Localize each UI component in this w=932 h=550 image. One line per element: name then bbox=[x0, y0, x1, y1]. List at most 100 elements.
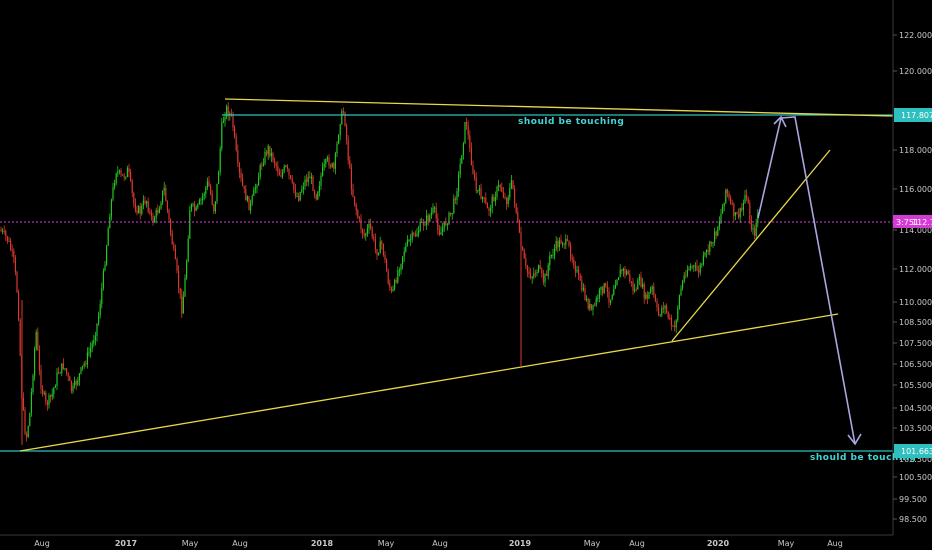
candle-body bbox=[280, 175, 282, 177]
candle-body bbox=[718, 221, 720, 227]
price-chart[interactable]: 122.000120.000118.000116.000114.000112.0… bbox=[0, 0, 932, 550]
candle-body bbox=[485, 197, 487, 204]
y-tick-label: 99.500 bbox=[899, 495, 927, 504]
candle-body bbox=[51, 393, 53, 397]
candle-body bbox=[581, 280, 583, 290]
candle-body bbox=[10, 241, 12, 251]
candle-body bbox=[678, 295, 680, 309]
x-tick-label: Aug bbox=[827, 539, 843, 548]
candle-body bbox=[125, 176, 127, 178]
candle-body bbox=[389, 283, 391, 288]
candle-body bbox=[618, 277, 620, 280]
candle-body bbox=[507, 197, 509, 205]
candle-body bbox=[538, 265, 540, 272]
candle-body bbox=[736, 212, 738, 215]
candle-body bbox=[611, 295, 613, 300]
candle-body bbox=[350, 167, 352, 190]
candle-body bbox=[115, 173, 117, 184]
candle-body bbox=[152, 215, 154, 223]
candle-body bbox=[290, 175, 292, 179]
candle-body bbox=[739, 207, 741, 218]
y-tick-label: 118.000 bbox=[899, 146, 932, 155]
annotation-upper: should be touching bbox=[518, 117, 624, 127]
candle-body bbox=[701, 264, 703, 266]
candle-body bbox=[147, 201, 149, 212]
candle-body bbox=[357, 210, 359, 218]
candle-body bbox=[347, 140, 349, 161]
candle-body bbox=[18, 292, 20, 320]
candle-body bbox=[549, 255, 551, 265]
candle-body bbox=[397, 270, 399, 283]
candle-body bbox=[130, 172, 132, 181]
x-tick-label: May bbox=[584, 539, 601, 548]
candle-body bbox=[282, 171, 284, 177]
x-tick-label: 2020 bbox=[707, 539, 730, 548]
candle-body bbox=[563, 243, 565, 245]
candle-body bbox=[16, 272, 18, 293]
y-tick-label: 106.500 bbox=[899, 360, 932, 369]
candle-body bbox=[200, 199, 202, 201]
candle-body bbox=[430, 212, 432, 216]
candle-body bbox=[418, 231, 420, 234]
candle-body bbox=[674, 325, 676, 328]
candle-body bbox=[64, 368, 66, 370]
candle-body bbox=[669, 317, 671, 319]
candle-body bbox=[219, 148, 221, 173]
candle-body bbox=[384, 255, 386, 260]
candle-body bbox=[562, 243, 564, 245]
candle-body bbox=[78, 373, 80, 381]
candle-body bbox=[547, 265, 549, 276]
candle-body bbox=[42, 388, 44, 394]
candle-body bbox=[77, 380, 79, 385]
candle-body bbox=[478, 188, 480, 191]
candle-body bbox=[208, 181, 210, 187]
x-tick-label: May bbox=[182, 539, 199, 548]
candle-body bbox=[19, 319, 21, 356]
candle-body bbox=[570, 245, 572, 258]
candle-body bbox=[470, 147, 472, 166]
candle-body bbox=[90, 348, 92, 353]
y-tick-label: 112.000 bbox=[899, 265, 932, 274]
candle-body bbox=[533, 273, 535, 278]
candle-body bbox=[416, 233, 418, 237]
candle-body bbox=[518, 221, 520, 233]
candle-body bbox=[131, 180, 133, 193]
candle-body bbox=[685, 275, 687, 277]
candle-body bbox=[293, 182, 295, 190]
candle-body bbox=[48, 395, 50, 406]
candle-body bbox=[251, 195, 253, 203]
candle-body bbox=[475, 177, 477, 191]
candle-body bbox=[458, 174, 460, 192]
candle-body bbox=[75, 381, 77, 385]
candle-body bbox=[171, 232, 173, 245]
candle-body bbox=[566, 239, 568, 241]
candle-body bbox=[122, 174, 124, 176]
candle-body bbox=[576, 269, 578, 272]
candle-body bbox=[698, 270, 700, 273]
candle-body bbox=[50, 395, 52, 397]
candle-body bbox=[626, 271, 628, 274]
candle-body bbox=[173, 244, 175, 249]
candle-body bbox=[102, 270, 104, 288]
candle-body bbox=[94, 335, 96, 341]
candle-body bbox=[528, 271, 530, 274]
candle-body bbox=[336, 143, 338, 154]
candle-body bbox=[117, 171, 119, 174]
candle-body bbox=[688, 269, 690, 270]
candle-body bbox=[299, 192, 301, 201]
candle-body bbox=[61, 363, 63, 373]
candle-body bbox=[74, 381, 76, 386]
candle-body bbox=[499, 185, 501, 187]
candle-body bbox=[221, 122, 223, 149]
candle-body bbox=[488, 208, 490, 212]
candle-body bbox=[194, 204, 196, 211]
candle-body bbox=[502, 191, 504, 198]
candle-body bbox=[338, 135, 340, 144]
candle-body bbox=[184, 278, 186, 297]
candle-body bbox=[304, 179, 306, 187]
candle-body bbox=[490, 208, 492, 212]
candle-body bbox=[341, 111, 343, 125]
candle-body bbox=[216, 183, 218, 202]
candle-body bbox=[435, 207, 437, 219]
candle-body bbox=[99, 304, 101, 316]
